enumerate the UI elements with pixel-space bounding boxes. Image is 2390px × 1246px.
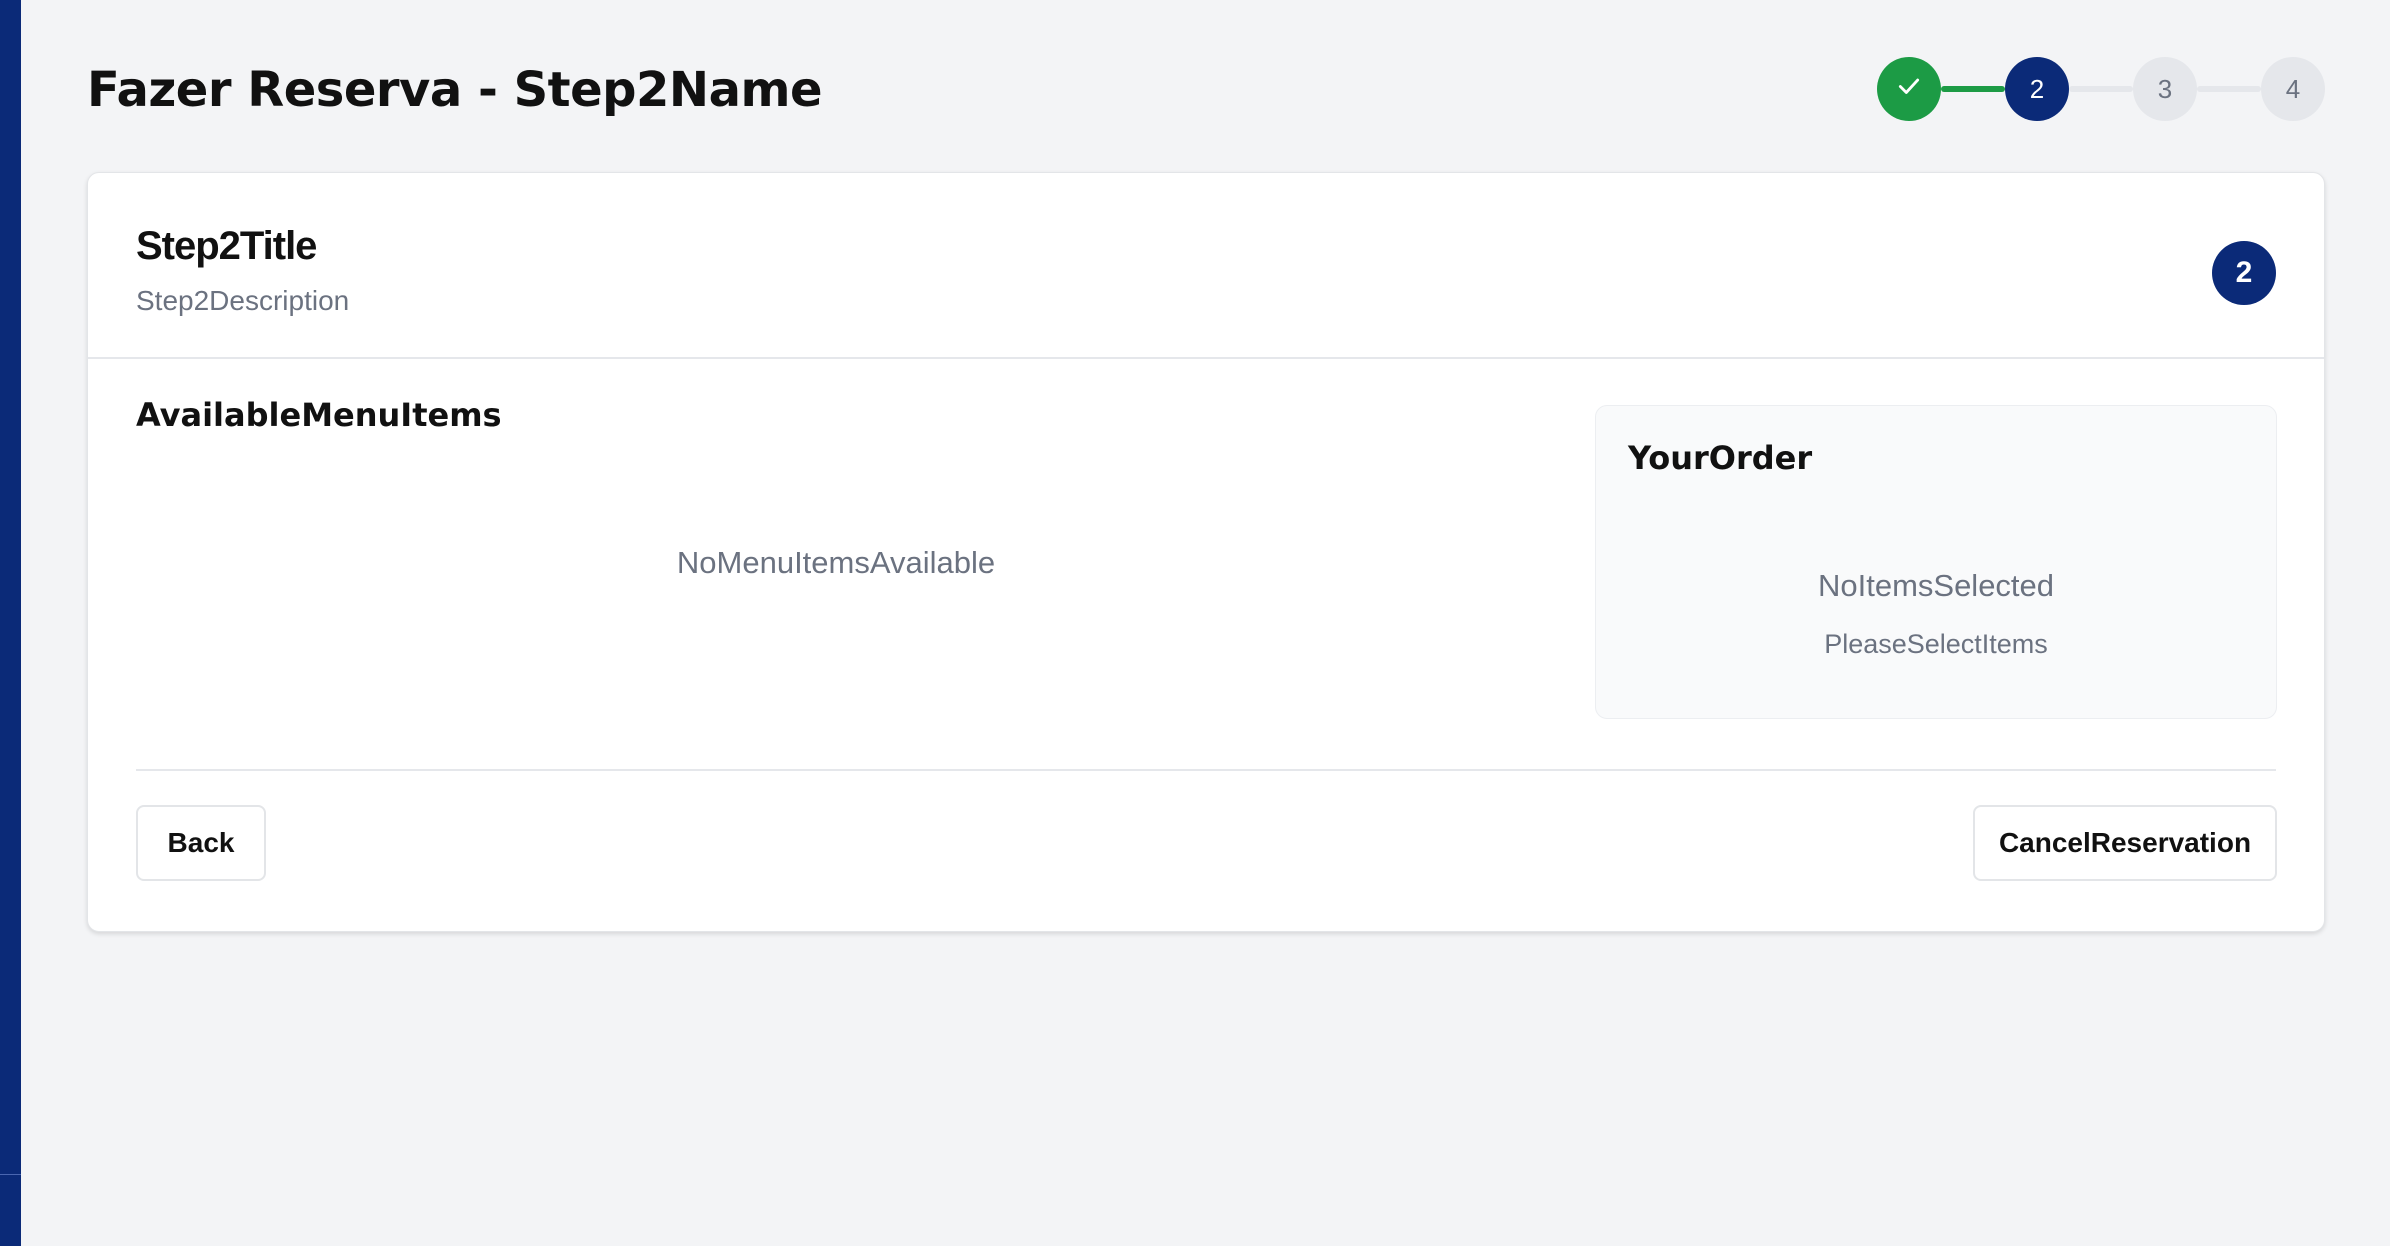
order-heading: YourOrder <box>1628 439 1813 477</box>
progress-stepper: 2 3 4 <box>1877 57 2325 121</box>
footer-divider <box>136 769 2276 771</box>
step-3: 3 <box>2133 57 2197 121</box>
menu-items-heading: AvailableMenuItems <box>136 396 502 434</box>
order-empty-message: NoItemsSelected <box>1817 568 2055 603</box>
step-connector-2 <box>2069 86 2133 92</box>
step-connector-1 <box>1941 86 2005 92</box>
order-hint-message: PleaseSelectItems <box>1824 629 2048 659</box>
page-header: Fazer Reserva - Step2Name 2 3 4 <box>87 0 2325 172</box>
check-icon <box>1896 73 1922 106</box>
reservation-card: Step2Title Step2Description 2 AvailableM… <box>87 172 2325 932</box>
cancel-reservation-button[interactable]: CancelReservation <box>1973 805 2277 881</box>
card-title: Step2Title <box>136 224 317 268</box>
page-title: Fazer Reserva - Step2Name <box>87 62 823 118</box>
step-1-complete <box>1877 57 1941 121</box>
step-connector-3 <box>2197 86 2261 92</box>
order-summary-panel: YourOrder NoItemsSelected PleaseSelectIt… <box>1595 405 2277 719</box>
card-header: Step2Title Step2Description 2 <box>88 173 2324 359</box>
menu-empty-message: NoMenuItemsAvailable <box>676 545 996 580</box>
step-2-active: 2 <box>2005 57 2069 121</box>
sidebar-divider <box>0 1174 21 1175</box>
page-content: Fazer Reserva - Step2Name 2 3 4 Step2Tit… <box>87 0 2325 932</box>
menu-items-section: AvailableMenuItems NoMenuItemsAvailable <box>136 395 1536 635</box>
back-button[interactable]: Back <box>136 805 266 881</box>
card-description: Step2Description <box>136 285 350 316</box>
step-number-badge: 2 <box>2212 241 2276 305</box>
sidebar-strip <box>0 0 21 1246</box>
step-4: 4 <box>2261 57 2325 121</box>
